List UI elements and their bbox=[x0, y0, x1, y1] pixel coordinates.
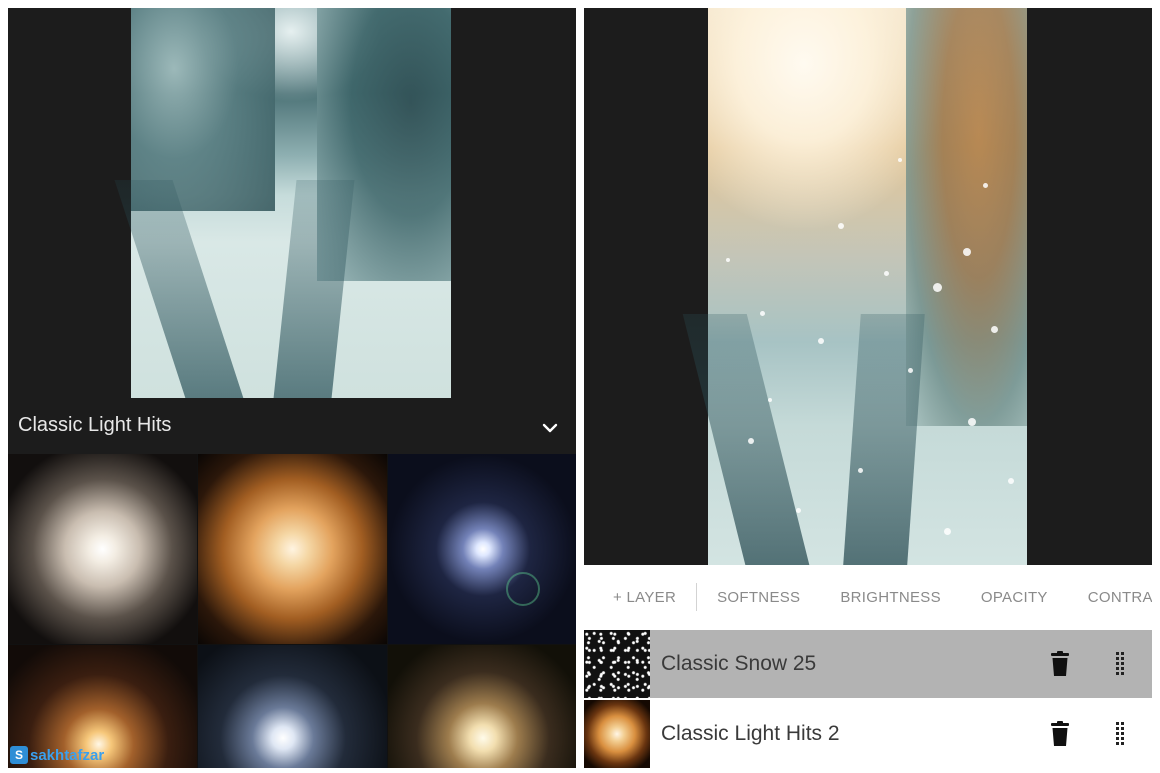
layer-thumbnail bbox=[584, 700, 650, 768]
overlay-browser-panel: Classic Light Hits S sakhtafzar bbox=[8, 8, 576, 768]
brightness-tab[interactable]: BRIGHTNESS bbox=[820, 589, 961, 606]
overlay-thumbnail-grid bbox=[8, 454, 576, 768]
opacity-tab[interactable]: OPACITY bbox=[961, 589, 1068, 606]
snowflake bbox=[796, 508, 801, 513]
snowflake bbox=[838, 223, 844, 229]
snowflake bbox=[1008, 478, 1014, 484]
photo-track-right bbox=[842, 314, 925, 565]
drag-handle-icon[interactable] bbox=[1114, 651, 1126, 677]
snowflake bbox=[908, 368, 913, 373]
overlay-thumbnail[interactable] bbox=[8, 454, 197, 644]
overlay-thumbnail[interactable] bbox=[388, 645, 576, 768]
trash-icon[interactable] bbox=[1048, 651, 1072, 677]
photo-trees-right bbox=[905, 8, 1027, 426]
layer-name: Classic Light Hits 2 bbox=[661, 722, 840, 745]
softness-tab[interactable]: SOFTNESS bbox=[697, 589, 820, 606]
edited-photo-area bbox=[584, 8, 1152, 565]
layer-row[interactable]: Classic Snow 25 bbox=[584, 630, 1152, 698]
layer-editor-panel: + LAYER SOFTNESS BRIGHTNESS OPACITY CONT… bbox=[584, 8, 1152, 768]
photo-preview-area bbox=[8, 8, 576, 400]
snowflake bbox=[963, 248, 971, 256]
snowflake bbox=[760, 311, 765, 316]
overlay-thumbnail[interactable] bbox=[388, 454, 576, 644]
watermark-logo-text: sakhtafzar bbox=[30, 746, 105, 764]
photo-track-right bbox=[273, 179, 354, 398]
adjustment-toolbar: + LAYER SOFTNESS BRIGHTNESS OPACITY CONT… bbox=[584, 568, 1152, 626]
snowflake bbox=[933, 283, 942, 292]
snowflake bbox=[968, 418, 976, 426]
chevron-down-icon[interactable] bbox=[540, 418, 560, 438]
photo-track-left bbox=[683, 314, 810, 565]
layer-thumbnail bbox=[584, 630, 650, 698]
category-header[interactable]: Classic Light Hits bbox=[8, 404, 576, 452]
watermark-logo-icon: S bbox=[10, 746, 28, 764]
edited-snowy-road-photo bbox=[683, 8, 1027, 565]
snowflake bbox=[898, 158, 902, 162]
snowflake bbox=[726, 258, 730, 262]
snowflake bbox=[983, 183, 988, 188]
layer-row[interactable]: Classic Light Hits 2 bbox=[584, 700, 1152, 768]
overlay-thumbnail[interactable] bbox=[198, 645, 387, 768]
snowflake bbox=[858, 468, 863, 473]
drag-handle-icon[interactable] bbox=[1114, 721, 1126, 747]
snowflake bbox=[768, 398, 772, 402]
overlay-thumbnail[interactable] bbox=[198, 454, 387, 644]
snowflake bbox=[944, 528, 951, 535]
layer-list: Classic Snow 25 Classic Light Hits 2 bbox=[584, 630, 1152, 768]
watermark-logo: S sakhtafzar bbox=[10, 746, 104, 764]
add-layer-button[interactable]: + LAYER bbox=[584, 589, 696, 606]
layer-name: Classic Snow 25 bbox=[661, 652, 817, 675]
snowflake bbox=[748, 438, 754, 444]
category-title: Classic Light Hits bbox=[18, 414, 172, 436]
snowflake bbox=[884, 271, 889, 276]
contrast-tab[interactable]: CONTRAST bbox=[1068, 589, 1152, 606]
snowflake bbox=[991, 326, 998, 333]
snowy-road-photo bbox=[114, 8, 451, 398]
photo-track-left bbox=[114, 179, 244, 398]
snowflake bbox=[818, 338, 824, 344]
trash-icon[interactable] bbox=[1048, 721, 1072, 747]
